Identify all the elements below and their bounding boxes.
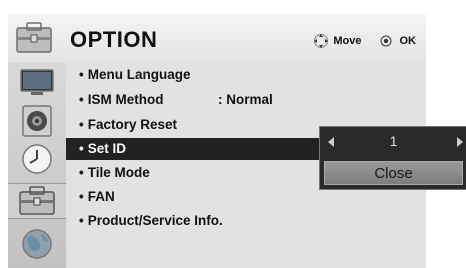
set-id-value: 1 [389,133,398,149]
bullet: • [79,189,84,204]
option-toolbox-icon [19,186,55,215]
menu-item-label: Menu Language [87,67,191,82]
osd-menu: OPTION Move OK • Menu Language • ISM Met… [0,0,466,268]
menu-item-label: FAN [87,189,115,204]
menu-item-label: Set ID [87,141,126,156]
close-button[interactable]: Close [324,161,463,185]
ok-button-icon [380,35,391,47]
menu-item-ism-method[interactable]: • ISM Method : Normal [66,89,426,111]
move-arrows-icon [314,34,329,48]
bullet: • [79,141,84,156]
menu-item-label: ISM Method [87,92,164,107]
bullet: • [79,92,84,107]
menu-header: OPTION Move OK [8,14,426,63]
picture-tv-icon[interactable] [17,66,57,100]
category-sidebar [8,62,66,268]
bullet: • [79,67,84,82]
page-title: OPTION [70,27,158,52]
audio-speaker-icon[interactable] [17,104,57,138]
menu-item-label: Product/Service Info. [87,213,223,228]
menu-item-value: : Normal [218,92,273,107]
menu-item-menu-language[interactable]: • Menu Language [66,64,426,86]
network-globe-icon[interactable] [17,226,57,260]
arrow-right-icon[interactable] [457,137,463,147]
option-toolbox-icon [16,22,52,53]
key-help: Move OK [313,33,416,49]
menu-item-label: Factory Reset [87,117,178,132]
sidebar-item-option[interactable] [8,183,66,219]
bullet: • [79,165,84,180]
set-id-popup: 1 Close [319,126,466,190]
menu-item-label: Tile Mode [87,165,150,180]
move-label: Move [333,35,362,47]
bullet: • [79,117,84,132]
menu-item-product-service-info[interactable]: • Product/Service Info. [66,210,426,232]
bullet: • [79,213,84,228]
time-clock-icon[interactable] [17,142,57,176]
set-id-stepper[interactable]: 1 [320,133,466,153]
ok-label: OK [399,35,417,47]
